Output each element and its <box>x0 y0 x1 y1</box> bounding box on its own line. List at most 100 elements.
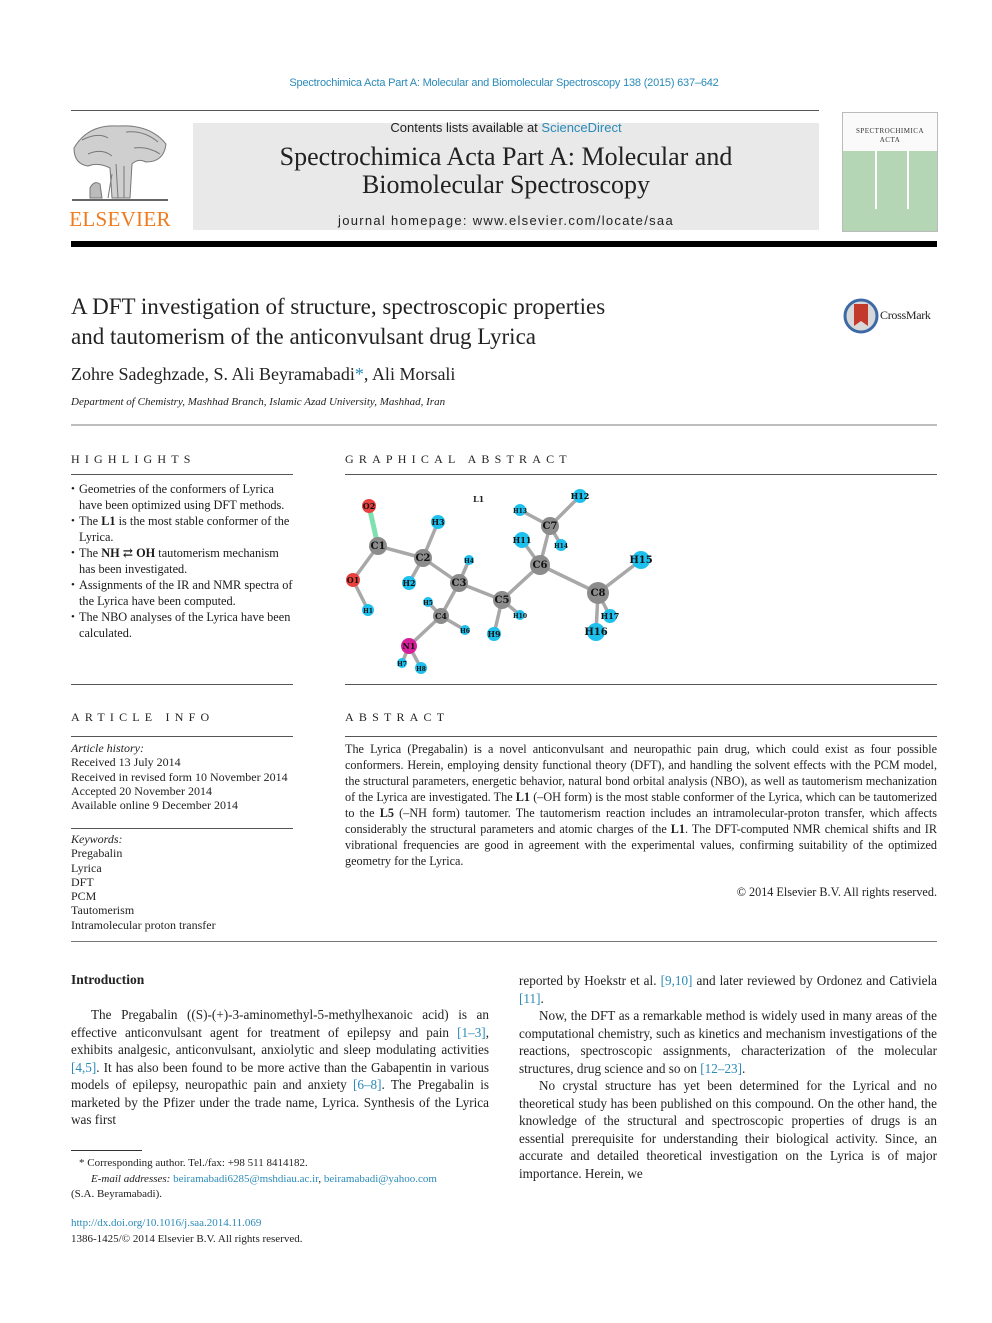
cover-title: SPECTROCHIMICA ACTA <box>843 127 937 145</box>
crossmark-label: CrossMark <box>880 308 931 322</box>
keyword: Lyrica <box>71 860 102 875</box>
sciencedirect-link[interactable]: ScienceDirect <box>541 120 621 135</box>
citation-link[interactable]: [11] <box>519 991 540 1006</box>
highlight-item: Geometries of the conformers of Lyrica h… <box>71 481 297 513</box>
keywords: Keywords: Pregabalin Lyrica DFT PCM Taut… <box>71 832 297 932</box>
history-online: Available online 9 December 2014 <box>71 798 239 813</box>
atom-label: N1 <box>403 641 416 651</box>
atom-H3: H3 <box>431 515 445 529</box>
atom-H1: H1 <box>362 604 374 616</box>
keyword: Intramolecular proton transfer <box>71 917 216 932</box>
citation-link[interactable]: [6–8] <box>353 1077 382 1092</box>
atom-C5: C5 <box>493 591 511 609</box>
atom-label: C5 <box>495 595 510 606</box>
highlight-item: Assignments of the IR and NMR spectra of… <box>71 577 297 609</box>
citation-link[interactable]: [1–3] <box>457 1025 486 1040</box>
atom-H13: H13 <box>513 504 527 516</box>
atom-C2: C2 <box>414 549 432 567</box>
article-history: Article history: Received 13 July 2014 R… <box>71 741 297 812</box>
atom-H9: H9 <box>487 627 501 641</box>
atom-H16: H16 <box>584 623 608 641</box>
section-divider <box>71 424 937 426</box>
introduction-heading: Introduction <box>71 972 145 987</box>
keywords-rule <box>71 828 293 829</box>
journal-cover[interactable]: SPECTROCHIMICA ACTA <box>842 112 938 232</box>
author-name[interactable]: Ali Morsali <box>372 364 456 384</box>
masthead-bottom-rule <box>71 241 937 247</box>
journal-homepage[interactable]: journal homepage: www.elsevier.com/locat… <box>193 213 819 228</box>
atom-label: H8 <box>416 666 426 673</box>
atom-label: H10 <box>513 613 527 620</box>
atom-label: H4 <box>464 558 474 565</box>
article-title: A DFT investigation of structure, spectr… <box>71 292 771 352</box>
intro-left-column: The Pregabalin ((S)-(+)-3-aminomethyl-5-… <box>71 1007 489 1127</box>
citation-link[interactable]: [12–23] <box>700 1061 742 1076</box>
email-link[interactable]: beiramabadi@yahoo.com <box>324 1173 437 1185</box>
contents-prefix: Contents lists available at <box>390 120 542 135</box>
atom-C6: C6 <box>530 555 550 575</box>
elsevier-logo[interactable]: ELSEVIER <box>68 118 172 232</box>
abstract-heading: ABSTRACT <box>345 710 450 724</box>
crossmark-button[interactable]: CrossMark <box>843 298 943 334</box>
citation-link[interactable]: [4,5] <box>71 1060 96 1075</box>
cover-title-line1: SPECTROCHIMICA <box>855 127 925 135</box>
atom-C1: C1 <box>369 537 387 555</box>
header-rule <box>71 110 819 111</box>
atom-N1: N1 <box>401 638 417 654</box>
atom-label: C3 <box>452 578 467 589</box>
atom-O2: O2 <box>362 499 376 513</box>
keyword: Pregabalin <box>71 846 123 861</box>
atom-label: C4 <box>435 611 447 621</box>
atom-H4: H4 <box>464 555 474 565</box>
highlights-bottom-rule <box>71 684 293 685</box>
doi-link[interactable]: http://dx.doi.org/10.1016/j.saa.2014.11.… <box>71 1216 489 1232</box>
atom-label: C8 <box>591 588 606 599</box>
atom-label: C2 <box>416 553 431 564</box>
highlights-rule <box>71 474 293 475</box>
atom-C8: C8 <box>587 582 609 604</box>
atom-label: C1 <box>371 541 386 552</box>
atom-layer: O2 C1 O1 H1 C2 H3 H2 C3 H4 C4H5 H6 N1 H7 H8 C5 H9 H10 C6 H… <box>346 489 653 674</box>
graphical-abstract-rule <box>345 474 937 475</box>
atom-label: H3 <box>431 517 445 527</box>
atom-label: H12 <box>571 491 590 501</box>
atom-H14: H14 <box>554 539 568 551</box>
atom-label: H17 <box>601 611 620 621</box>
atom-label: H2 <box>402 578 415 588</box>
affiliation: Department of Chemistry, Mashhad Branch,… <box>71 396 446 408</box>
email-note: E-mail addresses: beiramabadi6285@mshdia… <box>91 1172 437 1185</box>
atom-label: C6 <box>533 560 548 571</box>
elsevier-wordmark: ELSEVIER <box>69 207 171 231</box>
journal-title-line1: Spectrochimica Acta Part A: Molecular an… <box>279 142 733 171</box>
atom-H7: H7 <box>397 658 407 668</box>
email-link[interactable]: beiramabadi6285@mshdiau.ac.ir <box>173 1173 318 1185</box>
atom-H17: H17 <box>601 609 620 623</box>
cover-stripe <box>907 151 909 209</box>
graphical-abstract-bottom-rule <box>345 684 937 685</box>
article-info-heading: ARTICLE INFO <box>71 710 215 724</box>
atom-H6: H6 <box>460 625 470 635</box>
footnotes: * Corresponding author. Tel./fax: +98 51… <box>71 1156 489 1203</box>
figure-label: L1 <box>473 494 484 504</box>
author-separator: , <box>363 364 372 384</box>
author-name[interactable]: Zohre Sadeghzade <box>71 364 204 384</box>
atom-label: C7 <box>543 521 558 532</box>
author-name[interactable]: S. Ali Beyramabadi <box>213 364 354 384</box>
cover-green-panel <box>843 151 937 231</box>
intro-right-column: reported by Hoekstr et al. [9,10] and la… <box>519 973 937 1181</box>
atom-label: H1 <box>363 608 373 615</box>
journal-title-line2: Biomolecular Spectroscopy <box>361 170 651 199</box>
crossmark-icon <box>843 298 879 334</box>
journal-masthead: Contents lists available at ScienceDirec… <box>193 120 819 230</box>
atom-label: H13 <box>513 508 527 515</box>
abstract-rule <box>345 736 937 737</box>
citation-link[interactable]: [9,10] <box>661 973 693 988</box>
atom-label: O1 <box>347 575 360 585</box>
highlight-item: The NBO analyses of the Lyrica have been… <box>71 609 297 641</box>
elsevier-tree-icon <box>72 125 168 201</box>
atom-C4: C4 <box>433 608 449 624</box>
molecule-diagram[interactable]: L1 O2 C1 O1 H1 C2 H3 H2 C3 H4 C4H5 H6 N1 H7 H8 C5 H9 H10… <box>340 482 670 682</box>
running-head[interactable]: Spectrochimica Acta Part A: Molecular an… <box>0 77 992 89</box>
atom-label: H14 <box>554 543 568 550</box>
corresponding-author-mark[interactable]: * <box>355 364 364 384</box>
